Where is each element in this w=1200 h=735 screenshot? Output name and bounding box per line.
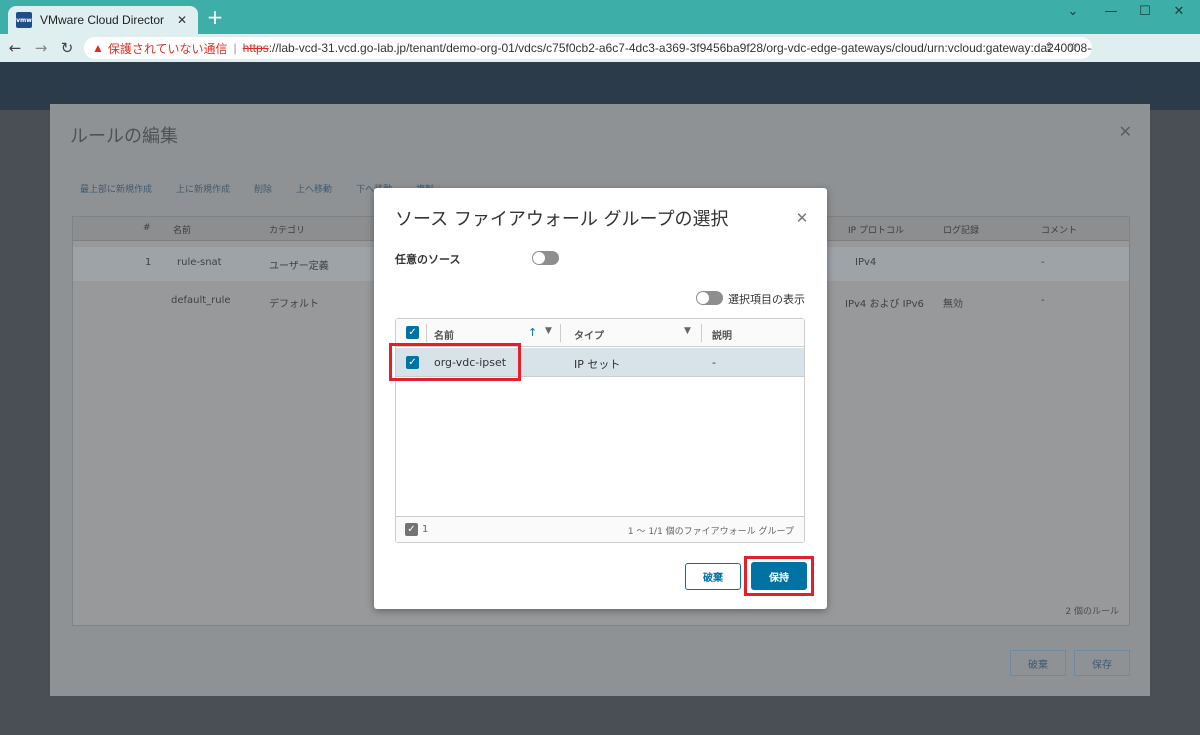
selected-count-checkbox-icon: ✓ [405, 523, 418, 536]
rules-count: 2 個のルール [1065, 607, 1119, 617]
column-divider [426, 324, 427, 342]
rule-logging: 無効 [943, 299, 963, 310]
any-source-toggle[interactable] [532, 251, 559, 265]
edit-dialog-close-icon[interactable]: ✕ [1119, 122, 1132, 141]
filter-icon[interactable]: ▼ [545, 326, 552, 336]
app-header [0, 62, 1200, 110]
rule-protocol: IPv4 および IPv6 [845, 299, 924, 310]
grid-footer: ✓ 1 1 ～ 1/1 個のファイアウォール グループ [396, 516, 804, 542]
edit-discard-button[interactable]: 破棄 [1010, 650, 1066, 676]
toolbar-new-above[interactable]: 上に新規作成 [176, 182, 230, 195]
toolbar-delete[interactable]: 削除 [254, 182, 272, 195]
back-icon[interactable]: ← [4, 37, 26, 59]
pagination-range: 1 ～ 1/1 個のファイアウォール グループ [627, 527, 794, 537]
col-number: # [143, 223, 151, 233]
sort-ascending-icon[interactable]: ↑ [528, 326, 537, 339]
highlight-selected-row [389, 343, 521, 381]
column-divider [701, 324, 702, 342]
any-source-label: 任意のソース [395, 253, 461, 266]
url-text: ://lab-vcd-31.vcd.go-lab.jp/tenant/demo-… [268, 41, 1092, 55]
discard-button[interactable]: 破棄 [685, 563, 741, 590]
filter-icon[interactable]: ▼ [684, 326, 691, 336]
tab-title: VMware Cloud Director [40, 13, 165, 27]
reload-icon[interactable]: ↻ [56, 37, 78, 59]
rule-comment: - [1041, 257, 1045, 268]
rule-comment: - [1041, 295, 1045, 306]
minimize-icon[interactable]: — [1096, 4, 1126, 24]
maximize-icon[interactable]: ☐ [1130, 4, 1160, 24]
edit-save-button[interactable]: 保存 [1074, 650, 1130, 676]
rule-number: 1 [145, 257, 152, 268]
close-icon[interactable]: ✕ [793, 209, 811, 227]
selected-count: 1 [422, 524, 429, 535]
new-tab-icon[interactable]: + [204, 7, 226, 29]
group-type: IP セット [574, 358, 621, 371]
col-name[interactable]: 名前 [173, 223, 191, 236]
browser-tab[interactable]: vmw VMware Cloud Director ✕ [8, 6, 198, 34]
vmware-favicon-icon: vmw [16, 12, 32, 28]
col-category[interactable]: カテゴリ [269, 223, 305, 236]
toggle-knob [533, 252, 545, 264]
tab-close-icon[interactable]: ✕ [174, 13, 190, 27]
address-bar: ← → ↻ ▲ 保護されていない通信 | https ://lab-vcd-31… [0, 34, 1200, 90]
col-name-header[interactable]: 名前 [434, 327, 454, 342]
url-input[interactable]: ▲ 保護されていない通信 | https ://lab-vcd-31.vcd.g… [84, 37, 1092, 59]
rule-category: ユーザー定義 [269, 261, 329, 272]
share-icon[interactable]: ⇪ [1044, 40, 1054, 54]
rule-protocol[interactable]: IPv4 [855, 257, 876, 268]
warning-icon: ▲ [92, 41, 104, 55]
rule-category: デフォルト [269, 299, 319, 310]
browser-tab-bar: vmw VMware Cloud Director ✕ + ⌄ — ☐ ✕ [0, 0, 1200, 34]
tab-search-icon[interactable]: ⌄ [1058, 4, 1088, 24]
col-logging[interactable]: ログ記録 [943, 223, 979, 236]
col-description-header: 説明 [712, 331, 732, 342]
show-selected-label: 選択項目の表示 [728, 293, 805, 306]
show-selected-toggle[interactable] [696, 291, 723, 305]
group-description: - [712, 356, 716, 369]
source-group-dialog: ソース ファイアウォール グループの選択 ✕ 任意のソース 選択項目の表示 ✓ … [374, 188, 827, 609]
rule-name: default_rule [171, 295, 231, 306]
toolbar-move-up[interactable]: 上へ移動 [296, 182, 332, 195]
column-divider [560, 324, 561, 342]
edit-dialog-title: ルールの編集 [70, 126, 178, 147]
dialog-title: ソース ファイアウォール グループの選択 [395, 209, 729, 230]
col-comment[interactable]: コメント [1041, 223, 1077, 236]
col-ip-protocol[interactable]: IP プロトコル [848, 223, 904, 236]
select-all-checkbox[interactable]: ✓ [406, 326, 419, 339]
toggle-knob [697, 292, 709, 304]
omnibox-separator: | [233, 41, 237, 55]
forward-icon[interactable]: → [30, 37, 52, 59]
toolbar-new-top[interactable]: 最上部に新規作成 [80, 182, 152, 195]
window-close-icon[interactable]: ✕ [1164, 4, 1194, 24]
rule-name: rule-snat [177, 257, 222, 268]
url-scheme: https [242, 41, 269, 55]
col-type-header[interactable]: タイプ [574, 327, 604, 342]
save-button[interactable]: 保持 [751, 562, 807, 590]
bookmark-star-icon[interactable]: ☆ [1068, 40, 1079, 54]
security-warning[interactable]: 保護されていない通信 [108, 40, 228, 57]
